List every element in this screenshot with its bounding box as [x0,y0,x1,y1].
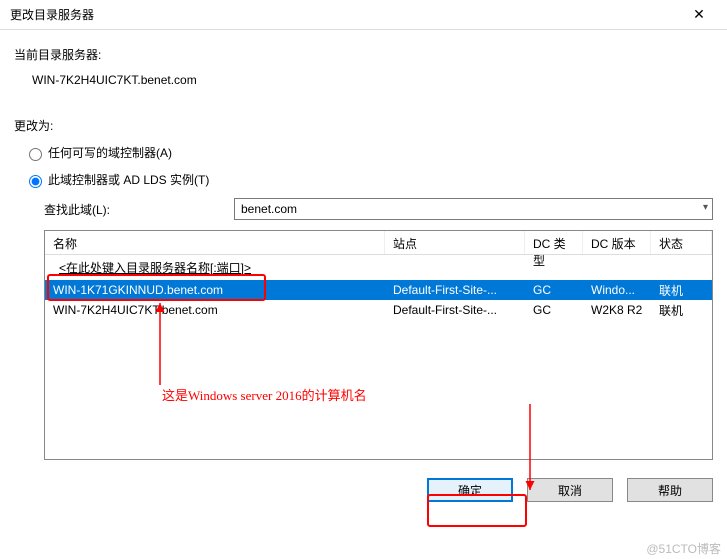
dc-grid: 名称 站点 DC 类型 DC 版本 状态 <在此处键入目录服务器名称[:端口]>… [44,230,713,460]
radio-this-dc-input[interactable] [29,175,42,188]
ok-button[interactable]: 确定 [427,478,513,502]
titlebar: 更改目录服务器 ✕ [0,0,727,30]
col-header-site[interactable]: 站点 [385,231,525,254]
cell: WIN-7K2H4UIC7KT.benet.com [45,301,385,319]
cancel-button[interactable]: 取消 [527,478,613,502]
cell: 联机 [651,300,712,321]
current-server-label: 当前目录服务器: [14,46,713,63]
radio-this-dc-label: 此域控制器或 AD LDS 实例(T) [48,171,209,188]
radio-any-writable-dc[interactable]: 任何可写的域控制器(A) [24,144,713,161]
lookup-domain-row: 查找此域(L): benet.com ▾ [44,198,713,220]
close-icon[interactable]: ✕ [679,1,719,29]
cell: Default-First-Site-... [385,301,525,319]
button-row: 确定 取消 帮助 [0,460,727,502]
change-to-label: 更改为: [14,117,713,134]
col-header-status[interactable]: 状态 [651,231,712,254]
cell: W2K8 R2 [583,301,651,319]
grid-hint-row[interactable]: <在此处键入目录服务器名称[:端口]> [45,255,712,280]
grid-body: <在此处键入目录服务器名称[:端口]> WIN-1K71GKINNUD.bene… [45,255,712,459]
help-button[interactable]: 帮助 [627,478,713,502]
watermark: @51CTO博客 [646,540,721,557]
lookup-domain-value: benet.com [241,202,297,216]
window-title: 更改目录服务器 [10,6,94,23]
cell: GC [525,281,583,299]
cell: 联机 [651,280,712,301]
grid-header: 名称 站点 DC 类型 DC 版本 状态 [45,231,712,255]
table-row[interactable]: WIN-7K2H4UIC7KT.benet.comDefault-First-S… [45,300,712,320]
col-header-dctype[interactable]: DC 类型 [525,231,583,254]
chevron-down-icon: ▾ [703,202,708,213]
lookup-domain-label: 查找此域(L): [44,201,234,218]
current-server-value: WIN-7K2H4UIC7KT.benet.com [32,73,713,87]
cell: GC [525,301,583,319]
annotation-text: 这是Windows server 2016的计算机名 [162,385,367,404]
radio-any-writable-input[interactable] [29,148,42,161]
col-header-dcver[interactable]: DC 版本 [583,231,651,254]
col-header-name[interactable]: 名称 [45,231,385,254]
table-row[interactable]: WIN-1K71GKINNUD.benet.comDefault-First-S… [45,280,712,300]
cell: WIN-1K71GKINNUD.benet.com [45,281,385,299]
radio-any-writable-label: 任何可写的域控制器(A) [48,144,172,161]
radio-this-dc[interactable]: 此域控制器或 AD LDS 实例(T) [24,171,713,188]
cell: Default-First-Site-... [385,281,525,299]
cell: Windo... [583,281,651,299]
lookup-domain-combo[interactable]: benet.com ▾ [234,198,713,220]
